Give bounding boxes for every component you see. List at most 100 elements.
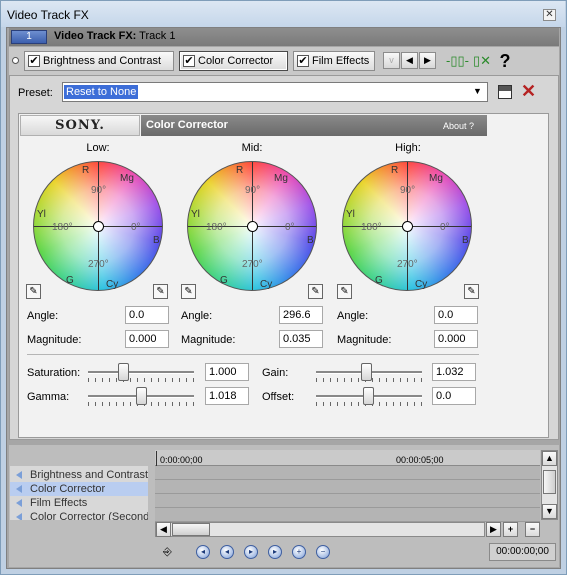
prev-keyframe-icon[interactable]: ◂ (220, 545, 234, 559)
scroll-right-button[interactable]: ▶ (486, 522, 501, 537)
wheel-handle[interactable] (402, 221, 413, 232)
list-item[interactable]: Brightness and Contrast (10, 468, 148, 482)
next-keyframe-icon[interactable]: ▸ (244, 545, 258, 559)
eyedropper-icon[interactable]: ✎ (153, 284, 168, 299)
eyedropper-icon[interactable]: ✎ (464, 284, 479, 299)
gamma-slider-thumb[interactable] (136, 387, 147, 405)
eyedropper-icon[interactable]: ✎ (308, 284, 323, 299)
check-icon[interactable]: ✔ (297, 55, 309, 67)
check-icon[interactable]: ✔ (28, 55, 40, 67)
list-item[interactable]: Film Effects (10, 496, 148, 510)
color-wheel-mid[interactable]: R Mg Yl B G Cy 90° 180° 0° 270° (187, 161, 317, 291)
list-item-label: Color Corrector (Second (30, 511, 148, 520)
chain-next-button[interactable]: ▶ (419, 52, 436, 69)
wheel-handle[interactable] (93, 221, 104, 232)
zoom-in-button[interactable]: + (503, 522, 518, 537)
timecode-display: 00:00:00;00 (489, 543, 556, 561)
help-icon[interactable]: ? (494, 51, 516, 71)
angle-field-mid[interactable]: 296.6 (279, 306, 323, 324)
chain-start-icon (12, 57, 19, 64)
delete-preset-icon[interactable]: ✕ (521, 81, 536, 102)
angle-field-low[interactable]: 0.0 (125, 306, 169, 324)
track-label: Video Track FX: Track 1 (54, 30, 175, 42)
keyframe-lanes[interactable] (155, 466, 540, 522)
magnitude-field-high[interactable]: 0.000 (434, 330, 478, 348)
magnitude-label-low: Magnitude: (27, 334, 82, 346)
list-item-label: Brightness and Contrast (30, 469, 148, 481)
wheel-label-cy: Cy (260, 279, 273, 290)
keyframe-lane[interactable] (155, 494, 540, 508)
offset-field[interactable]: 0.0 (432, 387, 476, 405)
gamma-field[interactable]: 1.018 (205, 387, 249, 405)
chain-item-color-corrector[interactable]: ✔ Color Corrector (179, 51, 288, 71)
chain-more-button[interactable]: v (383, 52, 400, 69)
add-keyframe-icon[interactable]: + (292, 545, 306, 559)
divider (27, 354, 479, 355)
plugin-title: Color Corrector (146, 119, 228, 131)
first-keyframe-icon[interactable]: ◂ (196, 545, 210, 559)
wheel-deg-270: 270° (242, 259, 263, 270)
save-preset-icon[interactable] (498, 85, 512, 99)
keyframe-lane[interactable] (155, 480, 540, 494)
wheel-deg-270: 270° (88, 259, 109, 270)
scroll-down-button[interactable]: ▼ (542, 504, 557, 519)
track-label-name: Track 1 (136, 30, 176, 42)
plugin-chain-icon[interactable]: -▯▯- (446, 51, 469, 71)
wheel-label-g: G (220, 275, 228, 286)
gain-field[interactable]: 1.032 (432, 363, 476, 381)
horizontal-scroll-thumb[interactable] (172, 523, 210, 536)
timeline-ruler[interactable] (155, 450, 540, 466)
angle-field-high[interactable]: 0.0 (434, 306, 478, 324)
color-wheel-low[interactable]: R Mg Yl B G Cy 90° 180° 0° 270° (33, 161, 163, 291)
close-button[interactable]: ✕ (543, 9, 556, 21)
eyedropper-icon[interactable]: ✎ (26, 284, 41, 299)
wheel-label-cy: Cy (106, 279, 119, 290)
saturation-field[interactable]: 1.000 (205, 363, 249, 381)
wheel-deg-0: 0° (131, 222, 141, 233)
check-icon[interactable]: ✔ (183, 55, 195, 67)
offset-slider-thumb[interactable] (363, 387, 374, 405)
magnitude-field-low[interactable]: 0.000 (125, 330, 169, 348)
wheel-deg-90: 90° (400, 185, 416, 196)
vertical-scroll-thumb[interactable] (543, 470, 556, 494)
sync-cursor-icon[interactable]: ⎆ (163, 545, 177, 559)
saturation-slider-thumb[interactable] (118, 363, 129, 381)
gamma-label: Gamma: (27, 391, 70, 403)
chain-item-brightness-contrast[interactable]: ✔ Brightness and Contrast (24, 51, 174, 71)
preset-value[interactable]: Reset to None (64, 85, 139, 99)
color-wheel-high[interactable]: R Mg Yl B G Cy 90° 180° 0° 270° (342, 161, 472, 291)
eyedropper-icon[interactable]: ✎ (181, 284, 196, 299)
saturation-slider-track[interactable] (88, 371, 194, 374)
window-title: Video Track FX (7, 8, 89, 22)
wheel-title-low: Low: (86, 142, 110, 154)
keyframe-lane[interactable] (155, 508, 540, 522)
wheel-label-yl: Yl (346, 209, 355, 220)
list-item[interactable]: Color Corrector (Second (10, 510, 148, 520)
offset-label: Offset: (262, 391, 295, 403)
angle-label-high: Angle: (337, 310, 369, 322)
chevron-down-icon[interactable]: ▼ (473, 86, 482, 96)
slider-ticks (88, 378, 194, 382)
gain-slider-thumb[interactable] (361, 363, 372, 381)
wheel-deg-0: 0° (440, 222, 450, 233)
scroll-up-button[interactable]: ▲ (542, 451, 557, 466)
keyframe-lane[interactable] (155, 466, 540, 480)
zoom-out-button[interactable]: − (525, 522, 540, 537)
wheel-label-b: B (462, 235, 469, 246)
wheel-handle[interactable] (247, 221, 258, 232)
scroll-left-button[interactable]: ◀ (156, 522, 171, 537)
wheel-label-b: B (307, 235, 314, 246)
about-button[interactable]: About ? (443, 121, 474, 131)
magnitude-label-high: Magnitude: (337, 334, 392, 346)
wheel-deg-90: 90° (91, 185, 107, 196)
last-keyframe-icon[interactable]: ▸ (268, 545, 282, 559)
delete-keyframe-icon[interactable]: − (316, 545, 330, 559)
list-item-selected[interactable]: Color Corrector (10, 482, 148, 496)
magnitude-field-mid[interactable]: 0.035 (279, 330, 323, 348)
remove-plugin-icon[interactable]: ▯✕ (471, 51, 493, 71)
eyedropper-icon[interactable]: ✎ (337, 284, 352, 299)
chain-prev-button[interactable]: ◀ (401, 52, 418, 69)
wheel-label-cy: Cy (415, 279, 428, 290)
wheel-label-b: B (153, 235, 160, 246)
chain-item-film-effects[interactable]: ✔ Film Effects (293, 51, 375, 71)
